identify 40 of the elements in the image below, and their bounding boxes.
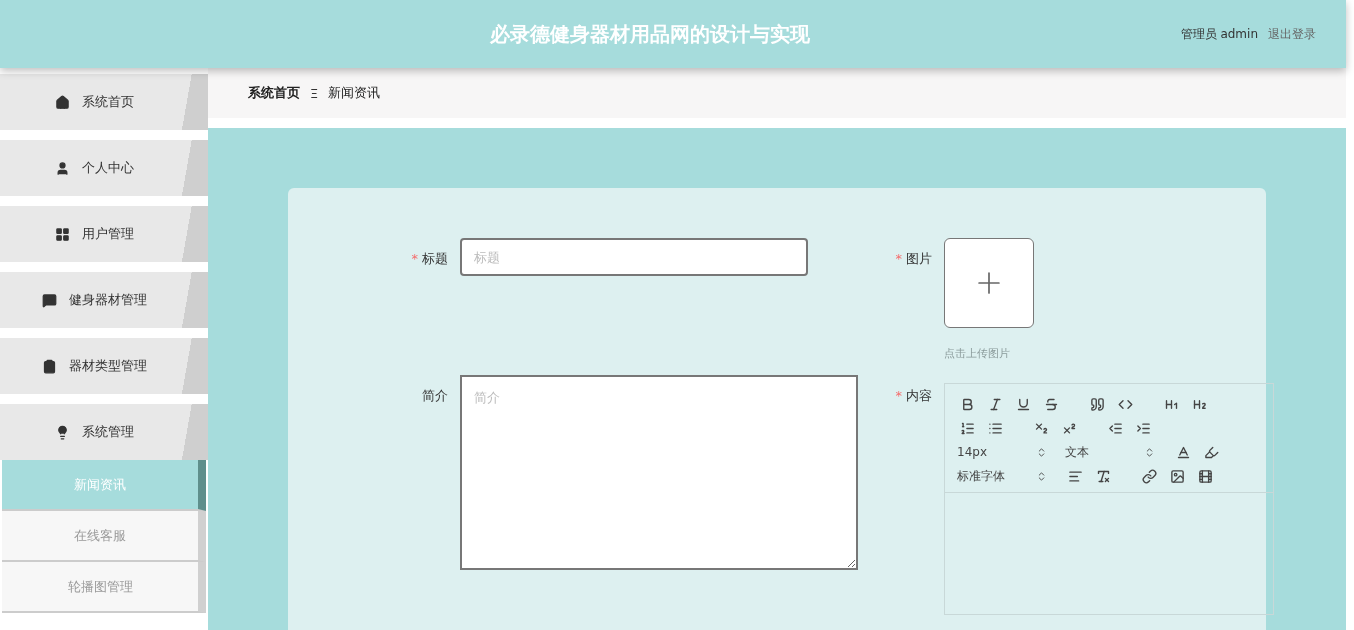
content-label-text: 内容 [906, 388, 932, 403]
sidebar-item-label: 器材类型管理 [68, 357, 147, 375]
sidebar-item-label: 个人中心 [81, 159, 134, 177]
site-title: 必录德健身器材用品网的设计与实现 [489, 20, 812, 48]
sidebar-item[interactable]: 系统管理 [0, 404, 208, 460]
intro-label-text: 简介 [422, 388, 448, 403]
sidebar-item[interactable]: 器材类型管理 [0, 338, 208, 394]
upload-hint: 点击上传图片 [944, 346, 1011, 361]
sidebar-item-label: 用户管理 [81, 225, 134, 243]
sidebar-item[interactable]: 健身器材管理 [0, 272, 208, 328]
required-asterisk: * [411, 251, 418, 266]
title-label-text: 标题 [422, 251, 448, 266]
grid-icon [54, 226, 70, 242]
breadcrumb-separator: Ξ [310, 85, 319, 101]
updown-arrows-icon [1036, 446, 1047, 458]
image-label-text: 图片 [906, 251, 932, 266]
editor-select[interactable]: 文本 [1065, 442, 1165, 462]
updown-arrows-icon [1144, 446, 1155, 458]
user-icon [54, 160, 70, 176]
title-input[interactable]: 标题 [460, 238, 808, 276]
editor-select[interactable]: 标准字体 [957, 466, 1057, 486]
editor-select[interactable]: 14px [957, 442, 1057, 462]
sidebar-item-label: 系统管理 [81, 423, 134, 441]
chat-icon [41, 292, 57, 308]
sidebar-item-label: 健身器材管理 [68, 291, 147, 309]
image-upload-button[interactable] [944, 238, 1034, 328]
updown-arrows-icon [1036, 470, 1047, 482]
required-asterisk: * [895, 388, 902, 403]
required-asterisk: * [895, 251, 902, 266]
sidebar-item[interactable]: 系统首页 [0, 74, 208, 130]
sidebar-item[interactable]: 用户管理 [0, 206, 208, 262]
sidebar-item-label: 系统首页 [81, 93, 134, 111]
breadcrumb-link[interactable]: 新闻资讯 [328, 84, 381, 102]
breadcrumb-link[interactable]: 系统首页 [248, 84, 300, 102]
sidebar-item[interactable]: 个人中心 [0, 140, 208, 196]
intro-textarea[interactable]: 简介 [460, 375, 858, 570]
admin-user-label: 管理员 admin [1180, 25, 1258, 43]
link-icon[interactable] [1139, 466, 1159, 486]
logout-link[interactable]: 退出登录 [1268, 25, 1316, 43]
home-icon [54, 94, 70, 110]
